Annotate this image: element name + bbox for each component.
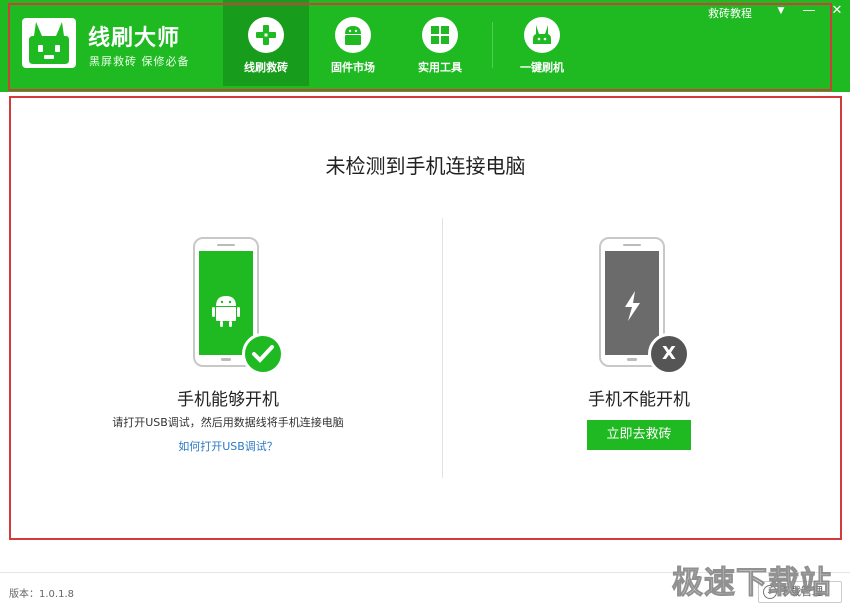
- phone-speaker: [623, 244, 641, 246]
- grid-icon: [422, 17, 458, 53]
- tab-rescue-label: 线刷救砖: [244, 61, 288, 74]
- tab-one-click-flash[interactable]: 一键刷机: [499, 0, 585, 86]
- usb-debug-instruction: 请打开USB调试，然后用数据线将手机连接电脑: [112, 416, 344, 429]
- nav-separator: [492, 22, 493, 68]
- close-button[interactable]: ✕: [828, 2, 846, 20]
- phone-speaker: [217, 244, 235, 246]
- tab-one-click-flash-label: 一键刷机: [520, 61, 564, 74]
- tab-tools[interactable]: 实用工具: [397, 0, 483, 86]
- tab-tools-label: 实用工具: [418, 61, 462, 74]
- phone-home-button: [221, 358, 231, 361]
- phone-cannot-boot-title: 手机不能开机: [588, 390, 690, 410]
- phone-screen-off: [605, 251, 659, 355]
- version-label: 版本：1.0.1.8: [9, 589, 74, 600]
- minimize-button[interactable]: —: [800, 2, 818, 20]
- tab-firmware-market-label: 固件市场: [331, 61, 375, 74]
- tab-firmware-market[interactable]: 固件市场: [310, 0, 396, 86]
- lightning-icon: [625, 291, 640, 321]
- phone-can-boot-title: 手机能够开机: [177, 390, 279, 410]
- site-watermark: 极速下载站: [672, 565, 832, 602]
- how-to-enable-usb-debug-link[interactable]: 如何打开USB调试？: [123, 438, 333, 454]
- rescue-tutorial-link[interactable]: 救砖教程: [708, 5, 752, 21]
- app-logo: [22, 18, 76, 68]
- column-divider: [442, 218, 443, 478]
- tab-rescue[interactable]: 线刷救砖: [223, 0, 309, 86]
- connection-status-title: 未检测到手机连接电脑: [325, 154, 526, 178]
- x-mark-icon: X: [648, 333, 690, 375]
- menu-dropdown-button[interactable]: ▼: [772, 2, 790, 20]
- app-slogan: 黑屏救砖 保修必备: [89, 55, 190, 68]
- app-header: 线刷大师 黑屏救砖 保修必备 线刷救砖 固件市场 实用工具 一键刷机 救砖教程 …: [0, 0, 850, 92]
- rabbit-icon: [524, 17, 560, 53]
- rescue-icon: [248, 17, 284, 53]
- rescue-now-button[interactable]: 立即去救砖: [587, 420, 691, 450]
- app-title: 线刷大师: [88, 26, 181, 51]
- phone-home-button: [627, 358, 637, 361]
- android-icon: [335, 17, 371, 53]
- main-panel: 未检测到手机连接电脑 手机能够开机 请打开USB调试，然后用数据线将手机连接电脑…: [9, 96, 842, 540]
- check-icon: [242, 333, 284, 375]
